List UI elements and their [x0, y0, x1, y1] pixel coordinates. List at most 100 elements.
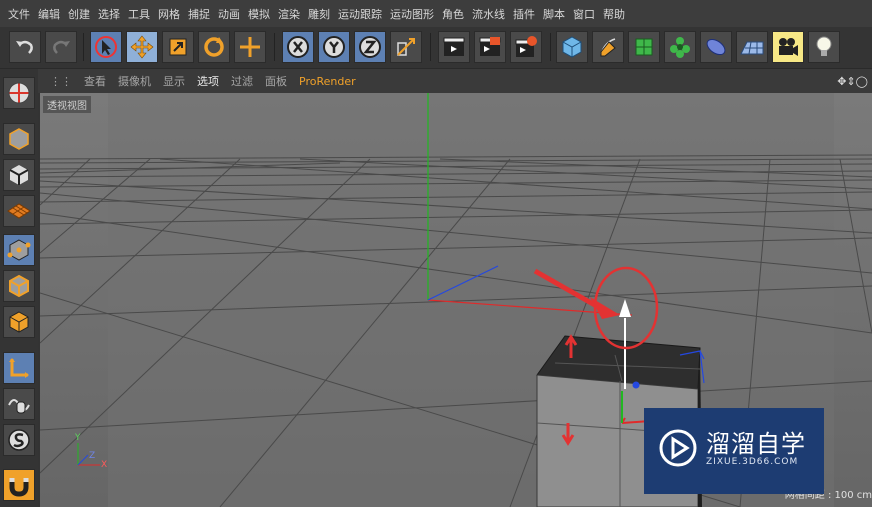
pen-spline-icon [600, 38, 616, 57]
rotate-icon [204, 37, 224, 57]
menu-character[interactable]: 角色 [434, 6, 464, 22]
cube-object-button[interactable] [556, 31, 588, 63]
viewport-menu-panel[interactable]: 面板 [253, 73, 287, 89]
object-mode-button[interactable] [3, 123, 35, 155]
menu-render[interactable]: 渲染 [270, 6, 300, 22]
gizmo-center-point[interactable] [632, 381, 640, 389]
menu-bar: 文件 编辑 创建 选择 工具 网格 捕捉 动画 模拟 渲染 雕刻 运动跟踪 运动… [0, 0, 872, 27]
edges-mode-button[interactable] [3, 270, 35, 302]
camera-icon [779, 38, 798, 56]
magnet-button[interactable] [3, 469, 35, 501]
light-icon [816, 36, 832, 56]
toolbar-separator [83, 33, 84, 61]
floor-button[interactable] [736, 31, 768, 63]
world-coordinates-button[interactable] [390, 31, 422, 63]
rotate-tool-button[interactable] [198, 31, 230, 63]
watermark-title: 溜溜自学 [706, 430, 806, 458]
deformer-icon [706, 38, 726, 56]
menu-pipeline[interactable]: 流水线 [464, 6, 505, 22]
workplane-button[interactable] [3, 195, 35, 227]
move-tool-button[interactable] [126, 31, 158, 63]
x-axis-lock-button[interactable] [282, 31, 314, 63]
light-button[interactable] [808, 31, 840, 63]
live-selection-icon [95, 36, 117, 58]
tweak-button[interactable] [3, 388, 35, 420]
deformer-button[interactable] [700, 31, 732, 63]
viewport-menu-display[interactable]: 显示 [151, 73, 185, 89]
render-view-icon [443, 37, 465, 56]
menu-file[interactable]: 文件 [0, 6, 30, 22]
menu-edit[interactable]: 编辑 [30, 6, 60, 22]
menu-mograph[interactable]: 运动图形 [382, 6, 434, 22]
texture-mode-button[interactable] [3, 159, 35, 191]
watermark-subtitle: ZIXUE.3D66.COM [706, 457, 799, 467]
z-axis-lock-button[interactable] [354, 31, 386, 63]
command-toolbar [0, 27, 872, 69]
menu-help[interactable]: 帮助 [595, 6, 625, 22]
menu-select[interactable]: 选择 [90, 6, 120, 22]
render-settings-button[interactable] [510, 31, 542, 63]
menu-simulate[interactable]: 模拟 [240, 6, 270, 22]
points-mode-icon [7, 239, 31, 261]
y-axis-lock-button[interactable] [318, 31, 350, 63]
undo-icon [16, 40, 33, 54]
viewport-grip-icon: ⋮⋮ [50, 74, 72, 88]
snap-button[interactable] [3, 424, 35, 456]
viewport-menu-view[interactable]: 查看 [72, 73, 106, 89]
model-mode-icon [8, 82, 30, 104]
redo-button[interactable] [45, 31, 77, 63]
menu-script[interactable]: 脚本 [535, 6, 565, 22]
render-view-button[interactable] [438, 31, 470, 63]
menu-motion-tracker[interactable]: 运动跟踪 [330, 6, 382, 22]
coordinate-button[interactable] [234, 31, 266, 63]
play-logo-icon [659, 429, 697, 467]
x-axis-icon [287, 36, 309, 58]
render-picture-viewer-button[interactable] [474, 31, 506, 63]
menu-mesh[interactable]: 网格 [150, 6, 180, 22]
menu-animate[interactable]: 动画 [210, 6, 240, 22]
viewport-menu-camera[interactable]: 摄像机 [106, 73, 151, 89]
subdivision-surface-button[interactable] [628, 31, 660, 63]
toolbar-separator [274, 33, 275, 61]
menu-window[interactable]: 窗口 [565, 6, 595, 22]
cloner-button[interactable] [664, 31, 696, 63]
viewport-menu-prorender[interactable]: ProRender [287, 75, 356, 88]
magnet-icon [9, 478, 29, 497]
menu-plugins[interactable]: 插件 [505, 6, 535, 22]
viewport-menu-options[interactable]: 选项 [185, 73, 219, 89]
viewport-navigation-icon[interactable]: ✥⇕◯ [825, 75, 872, 88]
view-axis-x-label: X [101, 460, 108, 470]
render-settings-icon [515, 36, 537, 57]
render-picture-viewer-icon [479, 37, 501, 56]
menu-sculpt[interactable]: 雕刻 [300, 6, 330, 22]
object-mode-icon [9, 128, 29, 150]
view-axis-z-label: Z [89, 451, 96, 461]
scale-icon [169, 38, 187, 56]
move-icon [130, 35, 154, 59]
snap-icon [8, 429, 30, 451]
texture-mode-icon [9, 165, 29, 185]
axis-mode-icon [9, 358, 29, 378]
coordinate-icon [240, 37, 260, 57]
toolbar-separator [550, 33, 551, 61]
scale-tool-button[interactable] [162, 31, 194, 63]
viewport-menu-filter[interactable]: 过滤 [219, 73, 253, 89]
model-mode-button[interactable] [3, 77, 35, 109]
points-mode-button[interactable] [3, 234, 35, 266]
mode-palette [0, 69, 38, 507]
polygons-mode-button[interactable] [3, 306, 35, 338]
pen-spline-button[interactable] [592, 31, 624, 63]
z-axis-icon [359, 36, 381, 58]
menu-tools[interactable]: 工具 [120, 6, 150, 22]
perspective-viewport[interactable]: 透视视图 Y Z X 网格间距 : 100 cm 溜溜自学 ZIXUE.3D66… [40, 93, 872, 507]
menu-snap[interactable]: 捕捉 [180, 6, 210, 22]
menu-create[interactable]: 创建 [60, 6, 90, 22]
live-selection-button[interactable] [90, 31, 122, 63]
axis-mode-button[interactable] [3, 352, 35, 384]
toolbar-separator [430, 33, 431, 61]
camera-button[interactable] [772, 31, 804, 63]
world-axis-icon [397, 38, 415, 56]
polygons-mode-icon [9, 311, 29, 333]
cloner-icon [670, 37, 690, 58]
undo-button[interactable] [9, 31, 41, 63]
